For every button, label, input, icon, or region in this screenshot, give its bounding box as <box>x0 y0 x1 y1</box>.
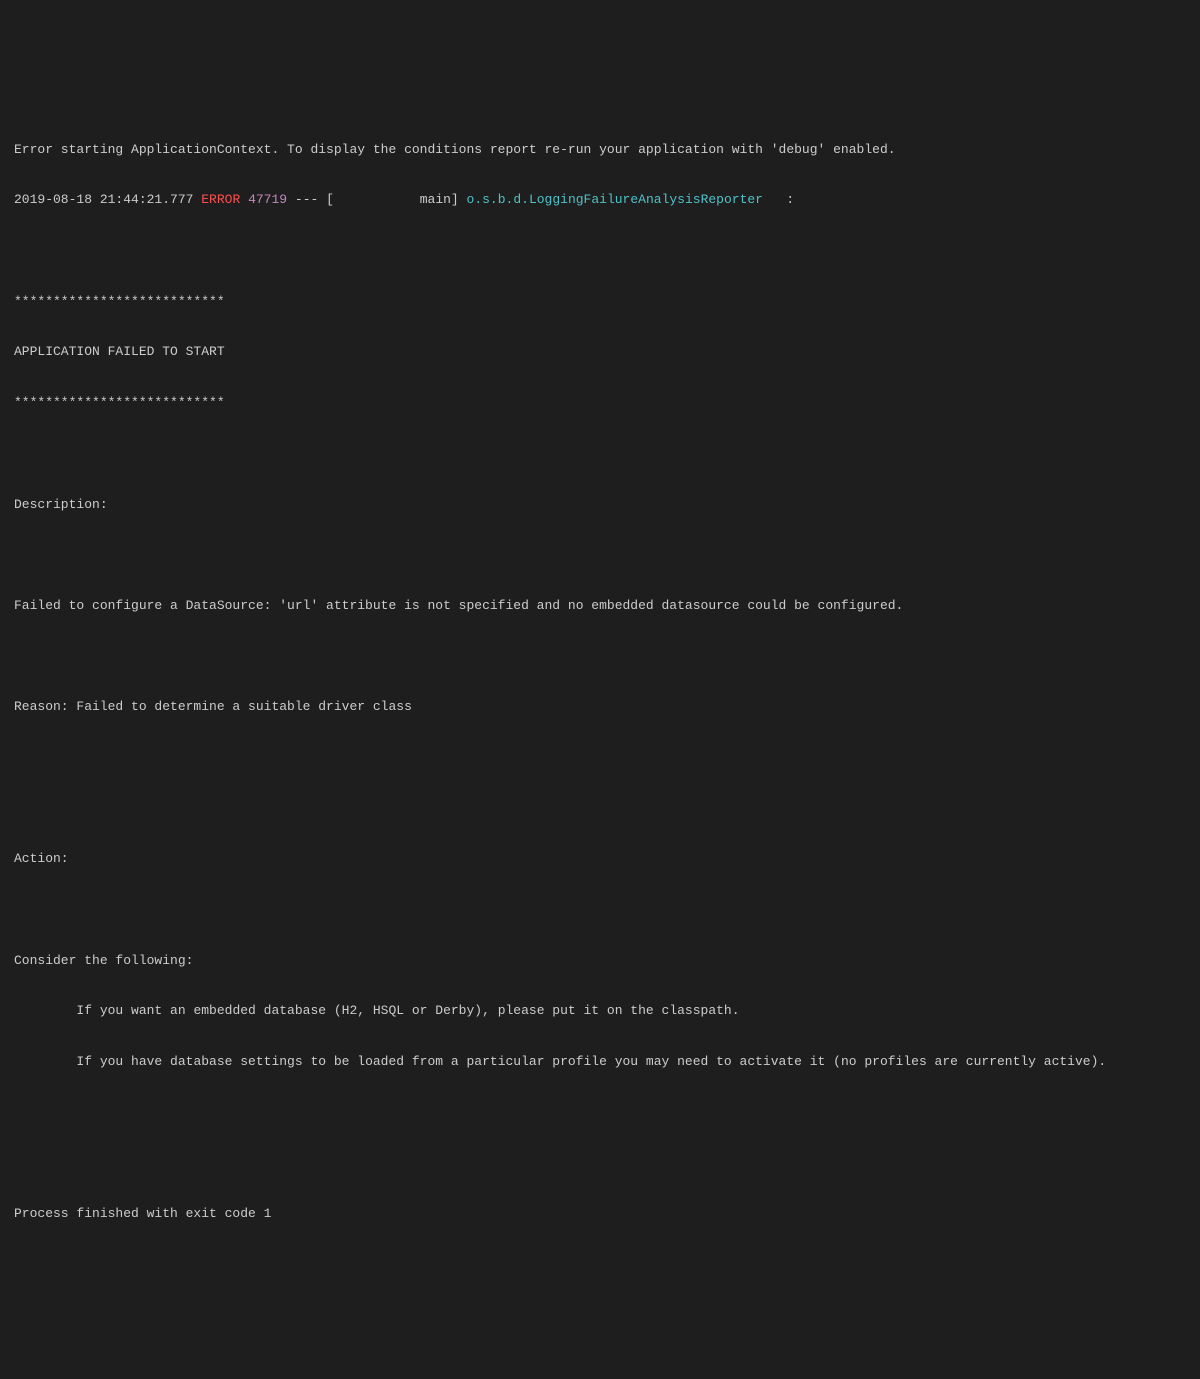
process-exit-line: Process finished with exit code 1 <box>14 1206 271 1221</box>
action-label: Action: <box>14 851 69 866</box>
log-pid: 47719 <box>248 192 287 207</box>
console-output[interactable]: Error starting ApplicationContext. To di… <box>14 111 1186 1251</box>
description-text: Failed to configure a DataSource: 'url' … <box>14 598 903 613</box>
banner-border-bottom: *************************** <box>14 395 225 410</box>
description-label: Description: <box>14 497 108 512</box>
log-tail: : <box>763 192 794 207</box>
log-separator: --- [ main] <box>287 192 466 207</box>
banner-title: APPLICATION FAILED TO START <box>14 344 225 359</box>
context-error-line: Error starting ApplicationContext. To di… <box>14 142 896 157</box>
reason-text: Reason: Failed to determine a suitable d… <box>14 699 412 714</box>
log-timestamp: 2019-08-18 21:44:21.777 <box>14 192 193 207</box>
action-item-1: If you want an embedded database (H2, HS… <box>14 1003 740 1018</box>
action-intro: Consider the following: <box>14 953 193 968</box>
action-item-2: If you have database settings to be load… <box>14 1054 1106 1069</box>
log-logger-class: o.s.b.d.LoggingFailureAnalysisReporter <box>467 192 763 207</box>
banner-border-top: *************************** <box>14 294 225 309</box>
log-level: ERROR <box>201 192 240 207</box>
